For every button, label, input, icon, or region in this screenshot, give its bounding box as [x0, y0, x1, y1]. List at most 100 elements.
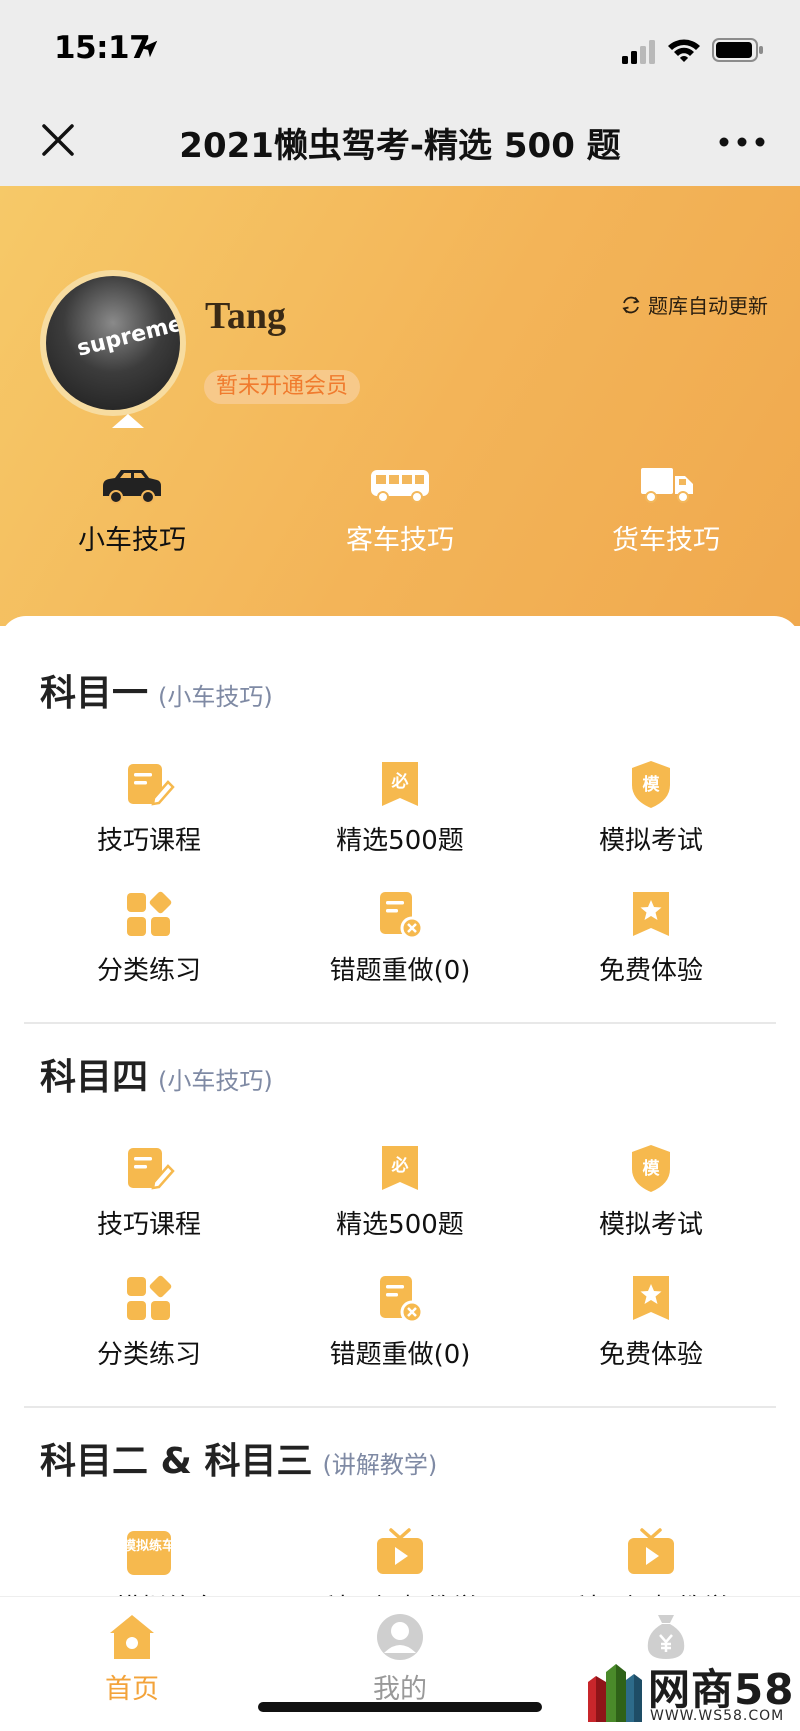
grid-item-3d-sim[interactable]: 模拟练车 3D模拟练车: [24, 1526, 274, 1596]
tab-home[interactable]: 首页: [32, 1611, 232, 1706]
tab-truck[interactable]: 货车技巧: [566, 466, 766, 557]
profile-header: supreme Tang 暂未开通会员 题库自动更新 小车技巧 客车技巧 货车技…: [0, 186, 800, 626]
grid-item-mock-exam[interactable]: 模 模拟考试: [526, 758, 776, 857]
grid-item-label: 模拟考试: [598, 1210, 703, 1240]
cellular-signal-icon: [622, 40, 655, 64]
grid-item-free-trial[interactable]: 免费体验: [526, 1272, 776, 1371]
section-subject-one: 科目一 (小车技巧) 技巧课程 必 精选500题 模 模拟考试 分类练习 错题重…: [0, 616, 800, 986]
grid-item-label: 免费体验: [598, 1340, 703, 1370]
svg-text:模拟练车: 模拟练车: [123, 1538, 175, 1554]
bus-icon: [371, 470, 429, 503]
truck-icon: [641, 468, 693, 503]
auto-update-label: 题库自动更新: [648, 294, 768, 318]
grid-item-subject2-video[interactable]: 科二视频教学: [275, 1526, 525, 1596]
tv-play-icon: [377, 1528, 423, 1574]
category-grid-icon: [127, 891, 172, 936]
grid-item-skill-course[interactable]: 技巧课程: [24, 758, 274, 857]
must-bookmark-icon: 必: [382, 762, 418, 806]
svg-text:模: 模: [643, 774, 661, 795]
car-icon: [103, 470, 161, 504]
location-arrow-icon: [140, 40, 158, 58]
grid-item-label: 精选500题: [336, 826, 464, 856]
grid-item-subject3-video[interactable]: 科三视频教学: [526, 1526, 776, 1596]
mini-program-nav: 2021懒虫驾考-精选 500 题: [0, 100, 800, 186]
home-icon: [110, 1615, 154, 1659]
svg-text:必: 必: [391, 1155, 409, 1176]
tv-play-icon: [628, 1528, 674, 1574]
home-indicator: [258, 1702, 542, 1712]
wifi-icon: [668, 39, 700, 62]
grid-item-label: 分类练习: [96, 1340, 201, 1370]
auto-update-indicator[interactable]: 题库自动更新: [620, 290, 768, 319]
grid-item-label: 科二视频教学: [275, 1588, 525, 1596]
grid-item-wrong-redo[interactable]: 错题重做(0): [275, 1272, 525, 1371]
more-options-icon[interactable]: [712, 124, 772, 160]
grid-item-label: 3D模拟练车: [24, 1588, 274, 1596]
edit-note-icon: [128, 764, 175, 806]
top-bar: 15:17 2021懒虫驾考-精选 500 题: [0, 0, 800, 186]
grid-item-label: 技巧课程: [96, 826, 201, 856]
must-bookmark-icon: 必: [382, 1146, 418, 1190]
tab-car-label: 小车技巧: [78, 525, 186, 556]
section-title: 科目二 & 科目三 (讲解教学): [40, 1441, 438, 1482]
tab-bus-label: 客车技巧: [346, 525, 454, 556]
grid-item-select-500[interactable]: 必 精选500题: [275, 758, 525, 857]
avatar-image: supreme: [46, 276, 180, 410]
grid-item-label: 模拟考试: [598, 826, 703, 856]
grid-item-category-practice[interactable]: 分类练习: [24, 1272, 274, 1371]
vehicle-tabs: 小车技巧 客车技巧 货车技巧: [0, 466, 800, 576]
grid-item-label: 技巧课程: [96, 1210, 201, 1240]
tab-truck-label: 货车技巧: [612, 525, 720, 556]
status-time: 15:17: [54, 30, 151, 66]
grid-item-label: 精选500题: [336, 1210, 464, 1240]
star-bookmark-icon: [633, 1276, 669, 1320]
grid-item-label: 错题重做(0): [329, 956, 471, 986]
shield-mock-icon: 模: [632, 761, 670, 808]
close-icon[interactable]: [36, 118, 80, 162]
section-subtitle: (讲解教学): [322, 1451, 438, 1479]
watermark-url: WWW.WS58.COM: [650, 1708, 785, 1724]
section-subject-two-three: 科目二 & 科目三(讲解教学) 模拟练车 3D模拟练车 科二视频教学 科三视频教…: [0, 1384, 800, 1596]
shield-mock-icon: 模: [632, 1145, 670, 1192]
svg-text:模: 模: [643, 1158, 661, 1179]
watermark: 网商58 WWW.WS58.COM: [582, 1656, 800, 1731]
wrong-doc-icon: [380, 892, 424, 940]
grid-item-wrong-redo[interactable]: 错题重做(0): [275, 888, 525, 987]
section-subtitle: (小车技巧): [158, 1067, 273, 1095]
active-tab-pointer: [112, 414, 144, 428]
avatar[interactable]: supreme: [40, 270, 186, 416]
wrong-doc-icon: [380, 1276, 424, 1324]
battery-icon: [712, 38, 763, 62]
svg-text:必: 必: [391, 771, 409, 792]
watermark-logo-icon: [588, 1664, 642, 1722]
tab-home-label: 首页: [105, 1674, 159, 1705]
grid-item-label: 错题重做(0): [329, 1340, 471, 1370]
grid-item-select-500[interactable]: 必 精选500题: [275, 1142, 525, 1241]
user-name: Tang: [205, 295, 286, 337]
tab-mine[interactable]: 我的: [300, 1611, 500, 1706]
page-title: 2021懒虫驾考-精选 500 题: [179, 126, 621, 166]
avatar-caption: supreme: [74, 311, 180, 362]
grid-item-category-practice[interactable]: 分类练习: [24, 888, 274, 987]
grid-item-label: 科三视频教学: [526, 1588, 776, 1596]
tab-mine-label: 我的: [373, 1674, 427, 1705]
tab-bus[interactable]: 客车技巧: [300, 466, 500, 557]
grid-item-label: 分类练习: [96, 956, 201, 986]
grid-item-skill-course[interactable]: 技巧课程: [24, 1142, 274, 1241]
status-bar: 15:17: [0, 0, 800, 100]
sim-practice-icon: 模拟练车: [123, 1531, 175, 1575]
grid-item-label: 免费体验: [598, 956, 703, 986]
edit-note-icon: [128, 1148, 175, 1190]
star-bookmark-icon: [633, 892, 669, 936]
main-content: 科目一 (小车技巧) 技巧课程 必 精选500题 模 模拟考试 分类练习 错题重…: [0, 616, 800, 1596]
grid-item-free-trial[interactable]: 免费体验: [526, 888, 776, 987]
tab-car[interactable]: 小车技巧: [32, 466, 232, 557]
grid-item-mock-exam[interactable]: 模 模拟考试: [526, 1142, 776, 1241]
section-title: 科目一 (小车技巧): [40, 673, 273, 714]
section-subtitle: (小车技巧): [158, 683, 273, 711]
section-subject-four: 科目四 (小车技巧) 技巧课程 必 精选500题 模 模拟考试 分类练习 错题重…: [0, 1000, 800, 1370]
section-title: 科目四 (小车技巧): [40, 1057, 273, 1098]
category-grid-icon: [127, 1275, 172, 1320]
user-icon: [377, 1614, 423, 1660]
member-status-badge[interactable]: 暂未开通会员: [204, 370, 361, 404]
